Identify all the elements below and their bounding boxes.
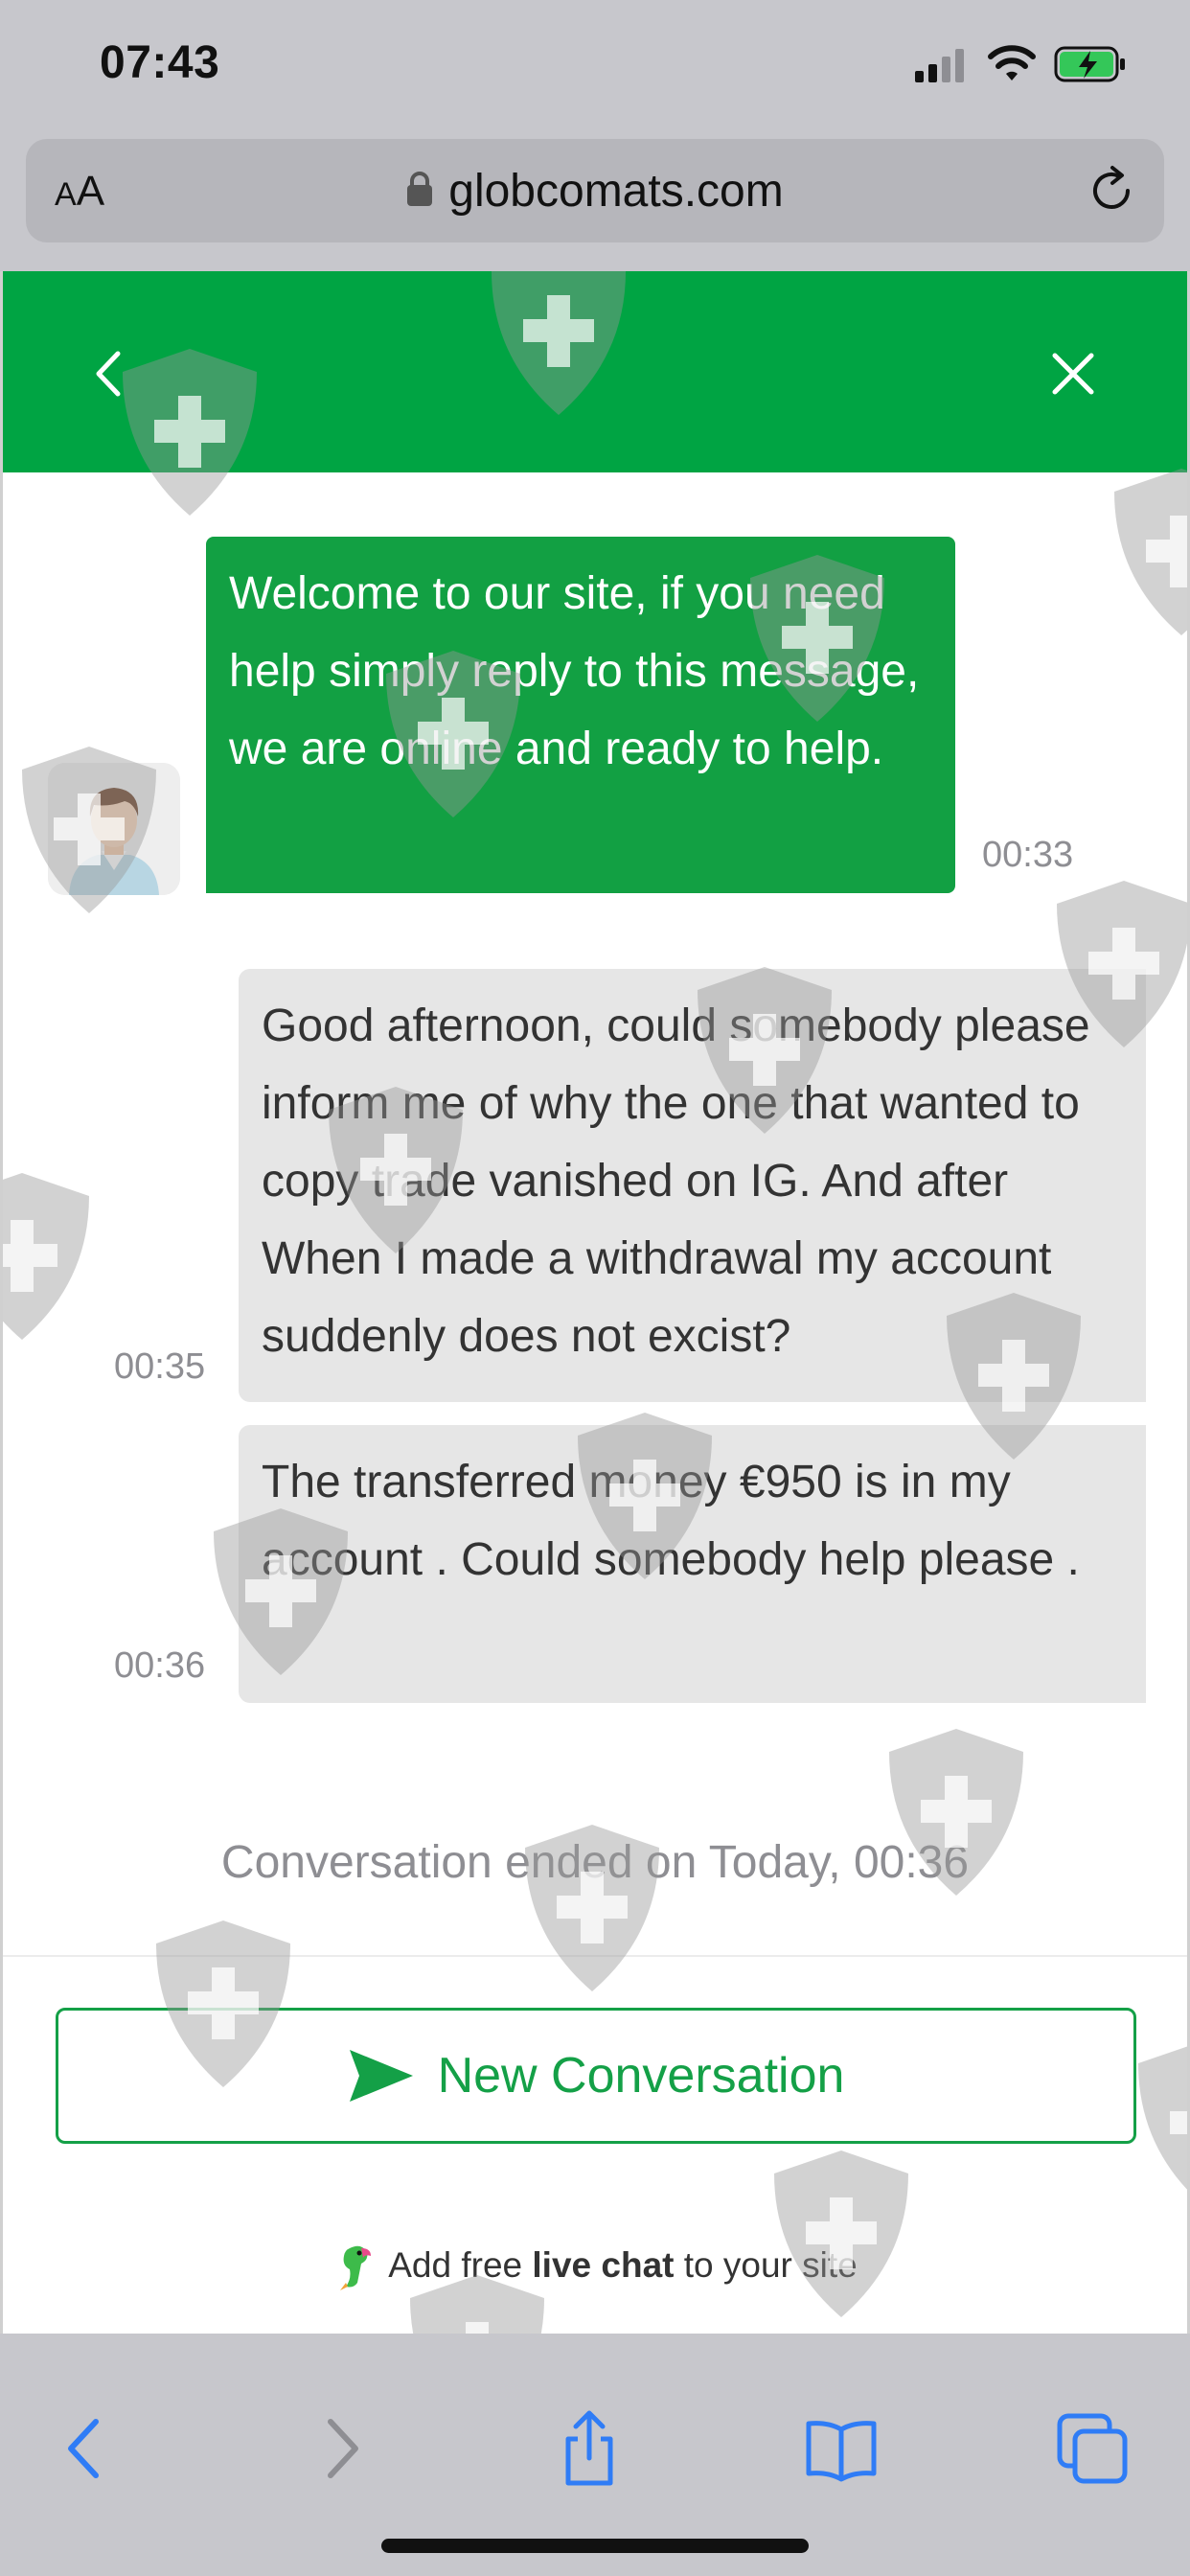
cellular-signal-icon — [915, 46, 969, 82]
send-icon — [349, 2050, 413, 2102]
shield-watermark-icon — [1138, 2046, 1187, 2190]
chat-widget: Welcome to our site, if you need help si… — [0, 271, 1190, 2334]
address-bar[interactable]: AA globcomats.com — [26, 139, 1164, 242]
message-timestamp: 00:35 — [114, 1346, 206, 1387]
forward-icon[interactable] — [302, 2410, 378, 2487]
powered-by-bold: live chat — [532, 2245, 675, 2285]
agent-avatar — [48, 763, 180, 895]
powered-by-prefix: Add free — [388, 2245, 533, 2285]
new-conversation-button[interactable]: New Conversation — [56, 2008, 1136, 2144]
status-bar: 07:43 — [0, 0, 1190, 134]
bookmarks-icon[interactable] — [803, 2410, 880, 2487]
powered-by-link[interactable]: Add free live chat to your site — [3, 2241, 1187, 2290]
share-icon[interactable] — [551, 2410, 628, 2487]
user-message-bubble: The transferred money €950 is in my acco… — [239, 1425, 1146, 1703]
divider — [3, 1955, 1187, 1957]
new-conversation-label: New Conversation — [437, 2048, 845, 2104]
battery-charging-icon — [1054, 46, 1125, 82]
reload-icon[interactable] — [1086, 165, 1137, 217]
url-display[interactable]: globcomats.com — [26, 139, 1164, 242]
close-icon[interactable] — [1047, 348, 1099, 400]
shield-watermark-icon — [1114, 469, 1187, 635]
parrot-logo-icon — [340, 2245, 372, 2290]
chat-header — [3, 271, 1187, 472]
powered-by-suffix: to your site — [674, 2245, 858, 2285]
home-indicator — [381, 2539, 809, 2553]
conversation-ended-notice: Conversation ended on Today, 00:36 — [220, 1837, 970, 1888]
lock-icon — [407, 172, 433, 206]
status-time: 07:43 — [100, 37, 220, 88]
message-timestamp: 00:33 — [982, 835, 1074, 875]
back-icon[interactable] — [48, 2410, 125, 2487]
url-text: globcomats.com — [448, 165, 784, 217]
shield-watermark-icon — [774, 2150, 908, 2317]
user-message-bubble: Good afternoon, could somebody please in… — [239, 969, 1146, 1402]
agent-message-bubble: Welcome to our site, if you need help si… — [206, 537, 955, 893]
message-timestamp: 00:36 — [114, 1645, 206, 1686]
chevron-left-icon[interactable] — [89, 348, 127, 400]
shield-watermark-icon — [3, 1173, 89, 1340]
tabs-icon[interactable] — [1054, 2410, 1131, 2487]
wifi-icon — [988, 45, 1036, 80]
